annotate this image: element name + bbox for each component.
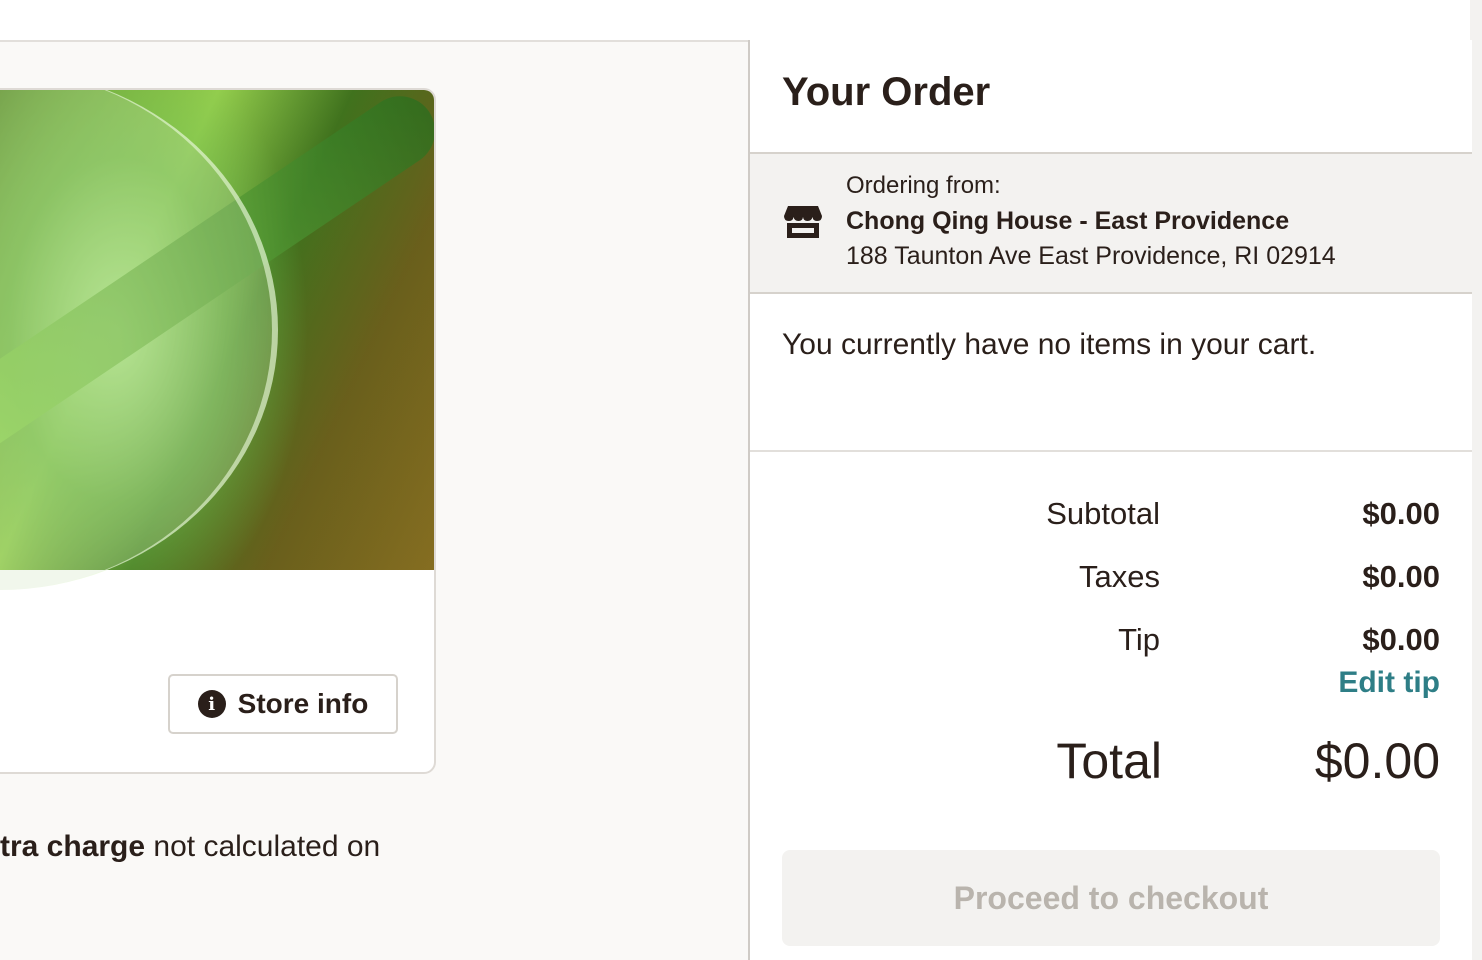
store-info-button[interactable]: i Store info [168, 674, 398, 734]
store-panel: i Store info tra charge not calculated o… [0, 42, 748, 960]
charge-note: tra charge not calculated on [0, 830, 380, 864]
order-panel: Your Order Ordering from: Chong Qing Hou… [748, 40, 1472, 960]
top-bar [0, 0, 1470, 42]
taxes-value: $0.00 [1362, 559, 1440, 594]
empty-cart-message: You currently have no items in your cart… [782, 328, 1317, 361]
store-info-label: Store info [237, 688, 369, 719]
subtotal-value: $0.00 [1362, 496, 1440, 531]
total-label: Total [1056, 733, 1162, 789]
info-icon: i [197, 690, 226, 718]
charge-note-text: not calculated on [145, 830, 381, 863]
store-address: 188 Taunton Ave East Providence, RI 0291… [846, 242, 1336, 270]
ordering-from-section: Ordering from: Chong Qing House - East P… [750, 152, 1472, 294]
store-hero-image [0, 90, 434, 590]
store-card: i Store info [0, 88, 436, 774]
total-value: $0.00 [1314, 733, 1440, 789]
store-icon [784, 204, 822, 238]
tip-label: Tip [1118, 622, 1160, 657]
divider [750, 450, 1472, 452]
subtotal-label: Subtotal [1046, 496, 1160, 531]
ordering-from-label: Ordering from: [846, 172, 1001, 199]
charge-note-bold: tra charge [0, 830, 146, 863]
tip-value: $0.00 [1362, 622, 1440, 657]
edit-tip-link[interactable]: Edit tip [1338, 666, 1440, 700]
proceed-to-checkout-button[interactable]: Proceed to checkout [782, 850, 1440, 946]
store-name: Chong Qing House - East Providence [846, 207, 1290, 235]
order-title: Your Order [782, 70, 991, 114]
taxes-label: Taxes [1079, 559, 1160, 594]
